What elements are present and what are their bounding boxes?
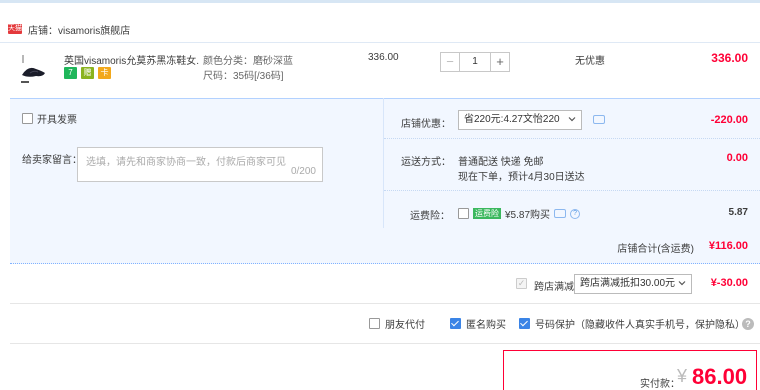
panel-row-divider — [384, 138, 760, 139]
shipping-amount: 0.00 — [726, 152, 748, 164]
insurance-checkbox[interactable] — [458, 208, 469, 219]
help-icon[interactable]: ? — [570, 208, 581, 219]
divider — [10, 343, 760, 344]
payment-amount: 86.00 — [692, 364, 748, 389]
insurance-amount: 5.87 — [728, 207, 748, 218]
store-header: 天猫 店铺：visamoris旗舰店 — [8, 22, 130, 37]
anonymous-checkbox[interactable] — [450, 318, 461, 329]
anonymous-option[interactable]: 匿名购买 — [450, 316, 506, 331]
chevron-down-icon — [568, 117, 576, 122]
quantity-input[interactable]: 1 — [460, 52, 490, 72]
delivery-estimate: 现在下单，预计4月30日送达 — [458, 172, 585, 183]
store-total-label: 店铺合计(含运费) — [617, 244, 694, 255]
invoice-checkbox[interactable] — [22, 113, 33, 124]
number-protect-option[interactable]: 号码保护（隐藏收件人真实手机号，保护隐私） — [519, 316, 745, 331]
panel-divider — [383, 98, 384, 228]
insurance-price: ¥5.87购买 — [505, 210, 551, 221]
payment-summary-box: 实付款： ¥ 86.00 — [503, 350, 757, 390]
sku-color: 颜色分类：磨砂深蓝 — [203, 56, 293, 67]
store-coupon-value: 省220元:4.27文怡220 — [464, 114, 560, 125]
friend-pay-option[interactable]: 朋友代付 — [369, 316, 425, 331]
decrease-quantity-button[interactable]: − — [440, 52, 460, 72]
seven-day-return-icon: 7 — [64, 67, 77, 79]
product-service-icons: 7 赠 卡 — [64, 67, 111, 79]
coupon-chat-icon[interactable] — [593, 115, 605, 124]
cross-store-select-value: 跨店满减抵扣30.00元 — [580, 278, 676, 289]
message-char-count: 0/200 — [290, 166, 316, 177]
cross-store-checkbox: ✓ — [516, 278, 527, 289]
shipping-method-label: 运送方式： — [401, 157, 451, 168]
store-coupon-amount: -220.00 — [710, 114, 748, 126]
unit-price: 336.00 — [368, 52, 399, 63]
invoice-option[interactable]: 开具发票 — [22, 111, 77, 126]
order-item-row: 英国visamoris允莫苏黑冻鞋女... 7 赠 卡 颜色分类：磨砂深蓝 尺码… — [0, 42, 760, 98]
seller-message-input[interactable]: 选填，请先和商家协商一致，付款后商家可见 0/200 — [77, 147, 323, 182]
order-extra-options: 朋友代付 匿名购买 号码保护（隐藏收件人真实手机号，保护隐私） — [0, 303, 760, 343]
payment-label: 实付款： — [640, 379, 680, 390]
item-discount: 无优惠 — [575, 56, 605, 67]
seller-message-placeholder: 选填，请先和商家协商一致，付款后商家可见 — [86, 157, 286, 168]
cross-store-select[interactable]: 跨店满减抵扣30.00元 — [574, 274, 692, 294]
seller-message-label: 给卖家留言： — [22, 155, 82, 166]
gift-icon: 赠 — [81, 67, 94, 79]
store-total-value: ¥116.00 — [708, 240, 748, 252]
number-protect-label: 号码保护（隐藏收件人真实手机号，保护隐私） — [535, 320, 745, 331]
insurance-chat-icon[interactable] — [554, 209, 567, 218]
product-title-link[interactable]: 英国visamoris允莫苏黑冻鞋女... — [64, 52, 199, 67]
shipping-insurance-label: 运费险： — [410, 211, 450, 222]
chevron-down-icon — [678, 281, 686, 286]
quantity-stepper: − 1 + — [440, 52, 510, 72]
invoice-label: 开具发票 — [37, 115, 77, 126]
question-icon[interactable]: ? — [742, 318, 754, 330]
store-name[interactable]: 店铺：visamoris旗舰店 — [28, 22, 130, 37]
top-divider — [0, 0, 760, 3]
store-coupon-select[interactable]: 省220元:4.27文怡220 — [458, 110, 582, 130]
insurance-logo: 运费险 — [473, 208, 501, 219]
tmall-badge-icon: 天猫 — [8, 24, 22, 34]
shipping-method: 普通配送 快递 免邮 — [458, 157, 544, 168]
store-coupon-label: 店铺优惠： — [401, 119, 451, 130]
increase-quantity-button[interactable]: + — [490, 52, 510, 72]
cross-store-amount: ¥-30.00 — [710, 277, 748, 289]
product-thumbnail[interactable] — [18, 51, 50, 85]
friend-pay-label: 朋友代付 — [385, 320, 425, 331]
anonymous-label: 匿名购买 — [466, 320, 506, 331]
panel-row-divider — [384, 190, 760, 191]
cross-store-label: 跨店满减 — [534, 282, 574, 293]
number-protect-checkbox[interactable] — [519, 318, 530, 329]
shipping-insurance-option[interactable]: 运费险 ¥5.87购买 ? — [458, 206, 581, 221]
card-icon: 卡 — [98, 67, 111, 79]
friend-pay-checkbox[interactable] — [369, 318, 380, 329]
cross-store-discount-row: ✓ 跨店满减 跨店满减抵扣30.00元 ¥-30.00 — [0, 265, 760, 303]
currency-symbol: ¥ — [677, 366, 688, 386]
sku-size: 尺码：35码[/36码] — [203, 71, 284, 82]
item-subtotal: 336.00 — [711, 51, 748, 65]
